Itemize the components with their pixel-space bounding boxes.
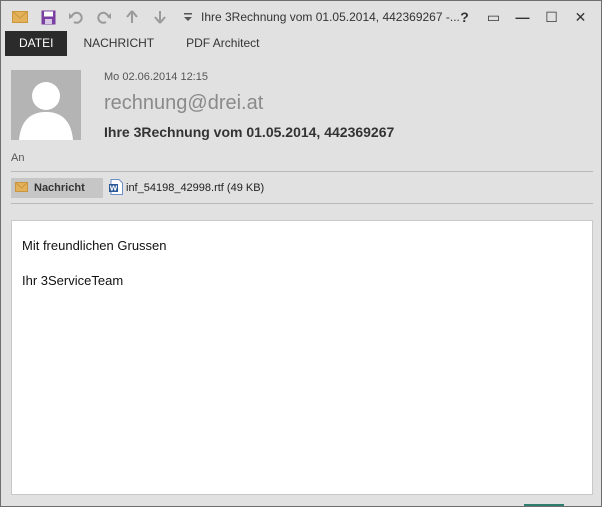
- minimize-button[interactable]: —: [508, 7, 537, 27]
- ribbon-tabs: DATEI NACHRICHT PDF Architect: [1, 31, 601, 56]
- message-body[interactable]: Mit freundlichen Grussen Ihr 3ServiceTea…: [11, 220, 593, 495]
- attachment-file[interactable]: W inf_54198_42998.rtf (49 KB): [109, 178, 265, 198]
- message-chip-label: Nachricht: [34, 182, 85, 194]
- maximize-button[interactable]: ☐: [537, 7, 566, 27]
- ribbon-display-button[interactable]: ▭: [479, 7, 508, 27]
- envelope-icon: [15, 181, 28, 195]
- window-controls: ? ▭ — ☐ ✕: [450, 7, 595, 27]
- to-label: An: [11, 152, 25, 164]
- body-line: Ihr 3ServiceTeam: [22, 273, 124, 288]
- up-arrow-icon[interactable]: [123, 8, 141, 26]
- undo-icon[interactable]: [67, 8, 85, 26]
- down-arrow-icon[interactable]: [151, 8, 169, 26]
- word-document-icon: W: [109, 178, 123, 198]
- sent-date: Mo 02.06.2014 12:15: [104, 71, 208, 83]
- person-silhouette-icon: [11, 70, 81, 140]
- close-button[interactable]: ✕: [566, 7, 595, 27]
- message-subject: Ihre 3Rechnung vom 01.05.2014, 442369267: [104, 124, 395, 140]
- body-line: Mit freundlichen Grussen: [22, 238, 167, 253]
- message-window: Ihre 3Rechnung vom 01.05.2014, 442369267…: [0, 0, 602, 507]
- tab-pdf-architect[interactable]: PDF Architect: [170, 31, 275, 56]
- divider: [11, 203, 593, 204]
- divider: [11, 171, 593, 172]
- tab-datei[interactable]: DATEI: [5, 31, 68, 56]
- quick-access-toolbar: [11, 8, 207, 26]
- sender-address[interactable]: rechnung@drei.at: [104, 92, 263, 115]
- customize-qat-icon[interactable]: [179, 8, 197, 26]
- attachment-name: inf_54198_42998.rtf (49 KB): [126, 182, 265, 194]
- title-bar: Ihre 3Rechnung vom 01.05.2014, 442369267…: [1, 1, 601, 31]
- attachment-row: Nachricht W inf_54198_42998.rtf (49 KB): [11, 178, 264, 198]
- save-icon[interactable]: [39, 8, 57, 26]
- svg-text:W: W: [110, 184, 118, 192]
- tab-nachricht[interactable]: NACHRICHT: [67, 31, 170, 56]
- avatar: [11, 70, 81, 140]
- help-button[interactable]: ?: [450, 7, 479, 27]
- status-accent: [524, 504, 564, 506]
- message-header: Mo 02.06.2014 12:15 rechnung@drei.at Ihr…: [1, 56, 601, 216]
- envelope-icon[interactable]: [11, 8, 29, 26]
- window-title: Ihre 3Rechnung vom 01.05.2014, 442369267…: [201, 10, 460, 24]
- redo-icon[interactable]: [95, 8, 113, 26]
- message-chip[interactable]: Nachricht: [11, 178, 103, 198]
